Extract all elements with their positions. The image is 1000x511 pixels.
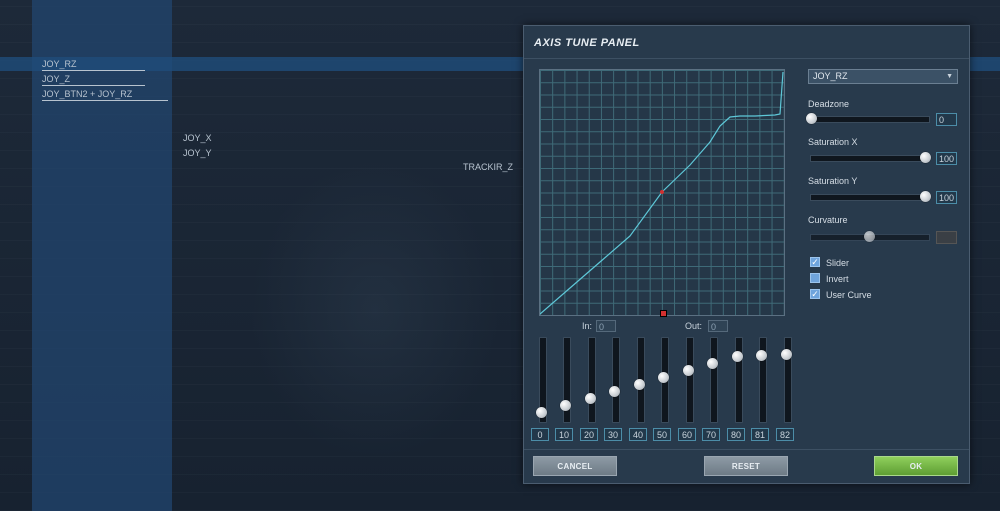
curve-slider-20[interactable]: [588, 337, 596, 423]
deadzone-knob[interactable]: [806, 113, 817, 124]
curvature-label: Curvature: [808, 215, 848, 225]
saturation-y-slider[interactable]: [810, 194, 930, 201]
bind-joy-z[interactable]: JOY_Z: [42, 74, 145, 86]
deadzone-value[interactable]: 0: [936, 113, 957, 126]
user-curve-checkbox[interactable]: ✓: [810, 289, 820, 299]
curve-value-50[interactable]: 50: [653, 428, 671, 441]
in-label: In:: [582, 321, 593, 331]
invert-checkbox-label: Invert: [826, 274, 849, 284]
cancel-button[interactable]: CANCEL: [533, 456, 617, 476]
ok-button[interactable]: OK: [874, 456, 958, 476]
curve-slider-40-knob[interactable]: [634, 379, 645, 390]
curve-slider-81-knob[interactable]: [756, 350, 767, 361]
bind-joy-btn2-rz[interactable]: JOY_BTN2 + JOY_RZ: [42, 89, 168, 101]
saturation-y-value[interactable]: 100: [936, 191, 957, 204]
cockpit-background: [250, 160, 500, 460]
slider-checkbox-label: Slider: [826, 258, 850, 268]
bind-joy-y[interactable]: JOY_Y: [183, 148, 212, 158]
bind-joy-rz[interactable]: JOY_RZ: [42, 59, 145, 71]
curve-slider-0-knob[interactable]: [536, 407, 547, 418]
saturation-x-knob[interactable]: [920, 152, 931, 163]
curve-slider-10-knob[interactable]: [560, 400, 571, 411]
curvature-knob[interactable]: [864, 231, 875, 242]
curvature-value[interactable]: [936, 231, 957, 244]
bind-trackir-z[interactable]: TRACKIR_Z: [463, 162, 513, 172]
saturation-x-value[interactable]: 100: [936, 152, 957, 165]
curve-value-30[interactable]: 30: [604, 428, 622, 441]
user-curve-checkbox-label: User Curve: [826, 290, 872, 300]
footer-divider: [524, 449, 969, 450]
curve-slider-30[interactable]: [612, 337, 620, 423]
saturation-y-label: Saturation Y: [808, 176, 858, 186]
divider: [524, 58, 969, 59]
curve-value-20[interactable]: 20: [580, 428, 598, 441]
in-value: 0: [596, 320, 616, 332]
deadzone-label: Deadzone: [808, 99, 850, 109]
curve-value-70[interactable]: 70: [702, 428, 720, 441]
deadzone-slider[interactable]: [810, 116, 930, 123]
response-curve-graph: [539, 69, 785, 316]
saturation-y-knob[interactable]: [920, 191, 931, 202]
out-label: Out:: [685, 321, 703, 331]
curve-value-10[interactable]: 10: [555, 428, 573, 441]
curve-slider-30-knob[interactable]: [609, 386, 620, 397]
center-point: [660, 190, 664, 194]
curve-value-60[interactable]: 60: [678, 428, 696, 441]
slider-checkbox[interactable]: ✓: [810, 257, 820, 267]
axis-select-value: JOY_RZ: [813, 71, 848, 81]
curve-value-82[interactable]: 82: [776, 428, 794, 441]
input-marker: [660, 310, 667, 317]
invert-checkbox[interactable]: [810, 273, 820, 283]
curve-value-0[interactable]: 0: [531, 428, 549, 441]
panel-title: AXIS TUNE PANEL: [534, 37, 640, 49]
bind-joy-x[interactable]: JOY_X: [183, 133, 212, 143]
curve-slider-80[interactable]: [735, 337, 743, 423]
response-curve: [540, 71, 784, 315]
curve-slider-50-knob[interactable]: [658, 372, 669, 383]
curve-slider-80-knob[interactable]: [732, 351, 743, 362]
axis-tune-panel: AXIS TUNE PANEL In: 0 Out: 0 0 10 20 30 …: [523, 25, 970, 484]
curve-slider-82-knob[interactable]: [781, 349, 792, 360]
axis-select-dropdown[interactable]: JOY_RZ ▼: [808, 69, 958, 84]
curve-value-40[interactable]: 40: [629, 428, 647, 441]
chevron-down-icon: ▼: [946, 73, 953, 80]
curve-slider-70-knob[interactable]: [707, 358, 718, 369]
saturation-x-slider[interactable]: [810, 155, 930, 162]
out-value: 0: [708, 320, 728, 332]
curve-value-81[interactable]: 81: [751, 428, 769, 441]
curve-value-80[interactable]: 80: [727, 428, 745, 441]
reset-button[interactable]: RESET: [704, 456, 788, 476]
curve-slider-60[interactable]: [686, 337, 694, 423]
saturation-x-label: Saturation X: [808, 137, 858, 147]
curve-slider-60-knob[interactable]: [683, 365, 694, 376]
curve-slider-70[interactable]: [710, 337, 718, 423]
curve-slider-20-knob[interactable]: [585, 393, 596, 404]
